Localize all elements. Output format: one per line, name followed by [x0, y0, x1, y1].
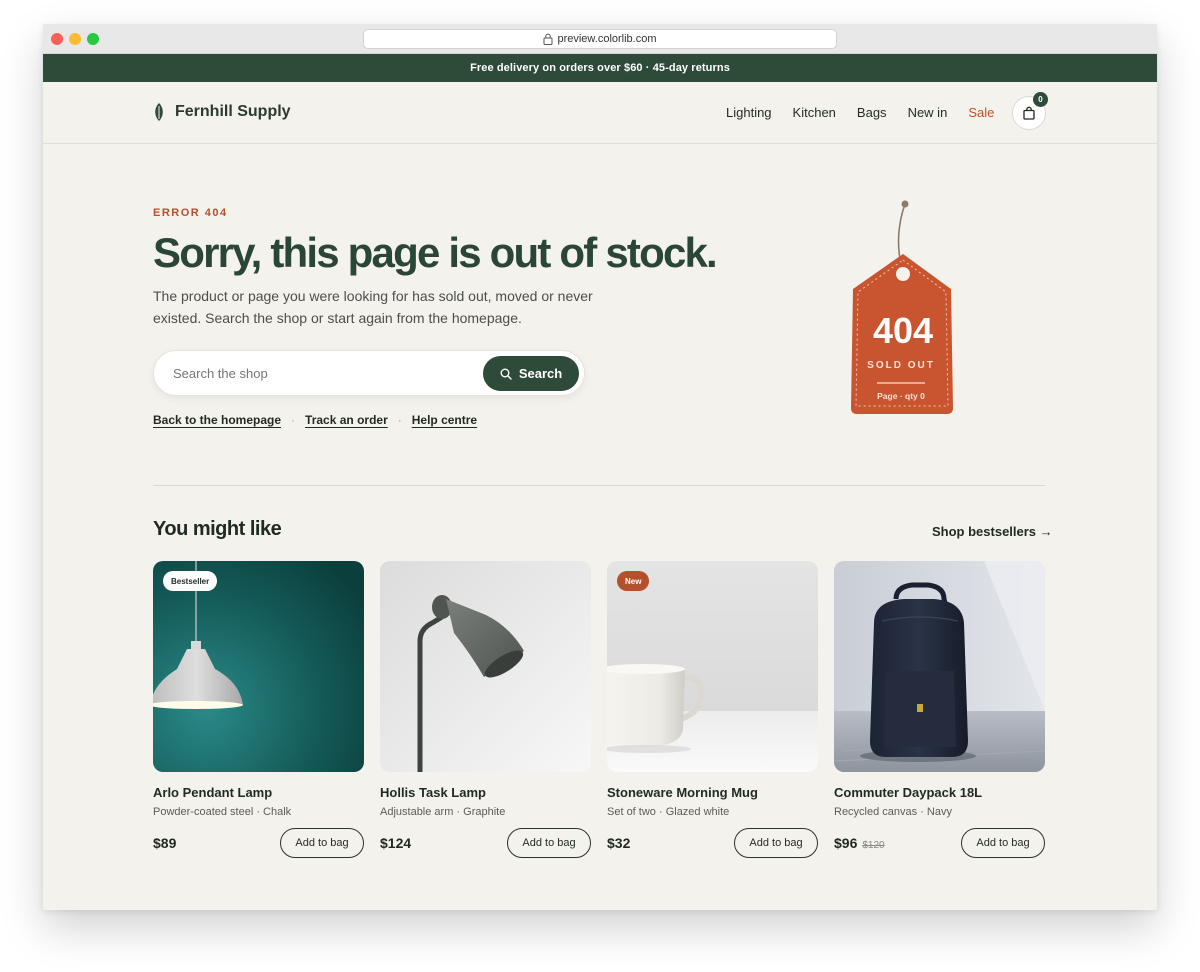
- minimize-window-button[interactable]: [69, 33, 81, 45]
- main-nav: Lighting Kitchen Bags New in Sale: [726, 105, 994, 120]
- tag-code: 404: [873, 310, 933, 351]
- promo-bar: Free delivery on orders over $60 · 45-da…: [43, 54, 1157, 82]
- link-separator: ·: [291, 413, 296, 427]
- nav-item-bags[interactable]: Bags: [857, 105, 887, 120]
- page-title: Sorry, this page is out of stock.: [153, 229, 718, 276]
- product-description: Set of two · Glazed white: [607, 806, 730, 818]
- site-header: Fernhill Supply Lighting Kitchen Bags Ne…: [43, 82, 1157, 144]
- add-to-bag-button[interactable]: Add to bag: [507, 828, 591, 858]
- product-price: $96 $120: [834, 835, 885, 851]
- brand-name: Fernhill Supply: [175, 103, 291, 120]
- product-price-row: $96 $120 Add to bag: [834, 828, 1045, 858]
- search-bar: Search: [153, 350, 585, 396]
- product-name[interactable]: Stoneware Morning Mug: [607, 785, 818, 800]
- nav-item-lighting[interactable]: Lighting: [726, 105, 772, 120]
- tag-status: SOLD OUT: [867, 360, 935, 371]
- error-hero: ERROR 404 Sorry, this page is out of sto…: [153, 207, 773, 329]
- maximize-window-button[interactable]: [87, 33, 99, 45]
- product-card[interactable]: Bestseller Arlo Pendant Lamp Powder-coat…: [153, 561, 364, 858]
- price-value: $89: [153, 835, 177, 851]
- price-value: $96: [834, 835, 858, 851]
- product-card[interactable]: Commuter Daypack 18L Recycled canvas · N…: [834, 561, 1045, 858]
- original-price: $120: [862, 840, 885, 851]
- link-separator: ·: [397, 413, 402, 427]
- helper-links: Back to the homepage · Track an order · …: [153, 413, 477, 427]
- product-image[interactable]: [380, 561, 591, 772]
- product-grid: Bestseller Arlo Pendant Lamp Powder-coat…: [153, 561, 1045, 858]
- price-value: $32: [607, 835, 631, 851]
- product-price: $32: [607, 835, 630, 851]
- url-text: preview.colorlib.com: [557, 33, 657, 45]
- section-divider: [153, 485, 1045, 486]
- add-to-bag-button[interactable]: Add to bag: [961, 828, 1045, 858]
- add-to-bag-button[interactable]: Add to bag: [734, 828, 818, 858]
- product-description: Adjustable arm · Graphite: [380, 806, 506, 818]
- daypack-image: [834, 561, 1045, 772]
- homepage-link[interactable]: Back to the homepage: [153, 413, 281, 427]
- nav-item-sale[interactable]: Sale: [968, 105, 994, 120]
- recommendations-title: You might like: [153, 518, 282, 540]
- leaf-icon: [155, 103, 163, 121]
- help-centre-link[interactable]: Help centre: [412, 413, 477, 427]
- error-code-label: ERROR 404: [153, 207, 228, 219]
- close-window-button[interactable]: [51, 33, 63, 45]
- task-lamp-image: [380, 561, 591, 772]
- search-input[interactable]: [173, 366, 473, 381]
- mug-image: [607, 561, 818, 772]
- shop-bestsellers-link[interactable]: Shop bestsellers →: [932, 524, 1053, 539]
- product-description: Powder-coated steel · Chalk: [153, 806, 292, 818]
- product-price: $89: [153, 835, 176, 851]
- sold-out-tag-illustration: 404 SOLD OUT Page · qty 0: [851, 200, 953, 414]
- promo-text: Free delivery on orders over $60 · 45-da…: [470, 62, 730, 74]
- address-bar[interactable]: preview.colorlib.com: [363, 29, 837, 49]
- browser-chrome: preview.colorlib.com: [43, 24, 1157, 54]
- search-button[interactable]: Search: [483, 356, 579, 391]
- shopping-bag-icon: [1023, 106, 1035, 120]
- product-price-row: $32 Add to bag: [607, 828, 818, 858]
- product-name[interactable]: Commuter Daypack 18L: [834, 785, 1045, 800]
- product-image[interactable]: Bestseller: [153, 561, 364, 772]
- product-card[interactable]: Hollis Task Lamp Adjustable arm · Graphi…: [380, 561, 591, 858]
- brand-logo[interactable]: Fernhill Supply: [153, 102, 291, 122]
- product-name[interactable]: Hollis Task Lamp: [380, 785, 591, 800]
- nav-item-kitchen[interactable]: Kitchen: [793, 105, 836, 120]
- nav-item-new-in[interactable]: New in: [908, 105, 948, 120]
- product-price-row: $124 Add to bag: [380, 828, 591, 858]
- pendant-lamp-image: [153, 561, 364, 772]
- cart-count-badge: 0: [1033, 92, 1048, 107]
- add-to-bag-button[interactable]: Add to bag: [280, 828, 364, 858]
- search-icon: [500, 368, 512, 380]
- product-badge: Bestseller: [163, 571, 218, 591]
- product-badge: New: [617, 571, 650, 591]
- product-price: $124: [380, 835, 411, 851]
- product-image[interactable]: New: [607, 561, 818, 772]
- price-value: $124: [380, 835, 412, 851]
- browser-window: preview.colorlib.com Free delivery on or…: [43, 24, 1157, 910]
- product-card[interactable]: New Stoneware Morning Mug Set of two · G…: [607, 561, 818, 858]
- lock-icon: [543, 33, 553, 45]
- product-price-row: $89 Add to bag: [153, 828, 364, 858]
- product-description: Recycled canvas · Navy: [834, 806, 952, 818]
- product-image[interactable]: [834, 561, 1045, 772]
- search-button-label: Search: [518, 366, 563, 381]
- track-order-link[interactable]: Track an order: [305, 413, 388, 427]
- product-name[interactable]: Arlo Pendant Lamp: [153, 785, 364, 800]
- tag-note: Page · qty 0: [877, 391, 925, 401]
- error-description: The product or page you were looking for…: [153, 288, 593, 326]
